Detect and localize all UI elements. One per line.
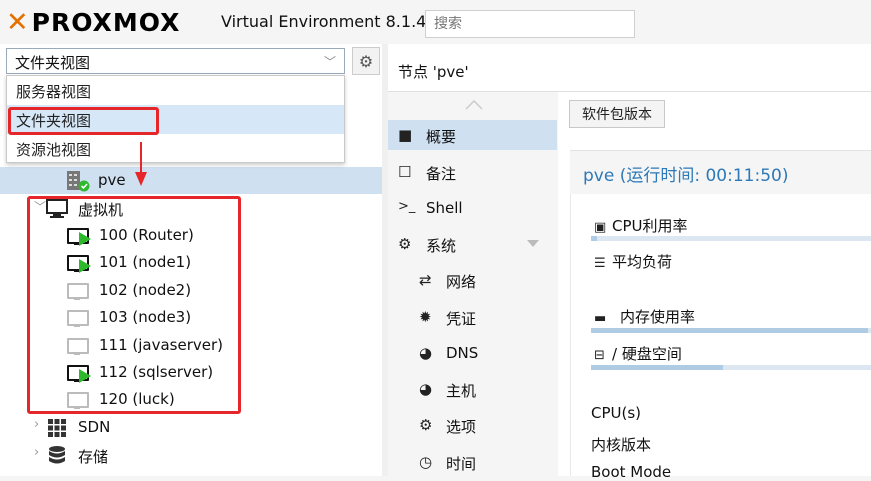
hdd-icon: ⊟: [594, 348, 605, 363]
summary-title: pve (运行时间: 00:11:50): [583, 166, 789, 186]
exchange-icon: ⇄: [419, 271, 432, 289]
disk-usage-fill: [591, 365, 723, 370]
view-select[interactable]: 文件夹视图 ﹀: [6, 48, 345, 74]
globe-icon: ◕: [419, 380, 433, 398]
server-online-icon: [67, 171, 90, 192]
tree-item-sdn[interactable]: › SDN: [0, 414, 382, 441]
tree-node-label: pve: [98, 171, 126, 189]
nav-item-label: 凭证: [446, 310, 477, 328]
tasks-icon: ☰: [594, 256, 606, 271]
search-input[interactable]: [425, 10, 635, 38]
memory-usage-bar: [591, 328, 871, 333]
annotation-arrow-icon: [135, 142, 147, 186]
tree-item-storage[interactable]: › 存储: [0, 442, 382, 469]
disk-usage-label: / 硬盘空间: [612, 345, 682, 363]
nav-item-label: 网络: [446, 273, 477, 291]
book-icon: ■: [398, 126, 413, 144]
memory-usage-fill: [591, 328, 869, 333]
nav-item-label: 系统: [426, 237, 457, 255]
nav-item-0[interactable]: ■ 概要: [388, 120, 557, 150]
nav-item-label: DNS: [446, 344, 479, 362]
cogs-icon: ⚙: [398, 235, 412, 253]
cpu-usage-label: CPU利用率: [612, 217, 688, 235]
nav-item-6[interactable]: ◕ DNS: [388, 338, 557, 368]
kernel-version-label: 内核版本: [591, 436, 652, 454]
nav-item-2[interactable]: >_ Shell: [388, 193, 557, 223]
load-average-label: 平均负荷: [612, 253, 673, 271]
nav-item-label: 概要: [426, 128, 457, 146]
node-title: 节点 'pve': [398, 63, 469, 81]
nav-item-1[interactable]: ☐ 备注: [388, 157, 557, 187]
proxmox-logo: ✕ PROXMOX: [6, 5, 180, 39]
nav-item-5[interactable]: ✹ 凭证: [388, 302, 557, 332]
chevron-down-icon: [527, 240, 539, 247]
clock-icon: ◷: [419, 453, 433, 471]
certificate-icon: ✹: [419, 308, 432, 326]
chevron-right-icon: ›: [34, 417, 40, 432]
view-option-pool[interactable]: 资源池视图: [7, 134, 344, 163]
chevron-down-icon: ﹀: [323, 55, 336, 69]
cpu-usage-bar: [591, 236, 871, 241]
view-select-value: 文件夹视图: [15, 54, 91, 72]
cpu-icon: ▣: [594, 220, 607, 235]
package-versions-button[interactable]: 软件包版本: [569, 100, 665, 128]
terminal-icon: >_: [398, 199, 416, 214]
annotation-box-folder-view: [8, 107, 159, 135]
cpu-usage-fill: [591, 236, 597, 241]
disk-usage-bar: [591, 365, 871, 370]
boot-mode-label: Boot Mode: [591, 463, 672, 481]
logo-x-icon: ✕: [6, 6, 30, 38]
nav-item-7[interactable]: ◕ 主机: [388, 374, 557, 404]
gear-icon: ⚙: [358, 51, 374, 71]
logo-text: PROXMOX: [31, 7, 181, 37]
cpu-usage-stat: ▣ CPU利用率: [594, 215, 688, 236]
note-icon: ☐: [398, 163, 412, 181]
tree-item-label: SDN: [78, 418, 111, 436]
tree-item-label: 存储: [78, 448, 109, 466]
tree-node-pve[interactable]: pve: [0, 167, 382, 194]
nav-item-9[interactable]: ◷ 时间: [388, 447, 557, 477]
memory-usage-label: 内存使用率: [620, 308, 696, 326]
nav-item-label: 时间: [446, 455, 477, 473]
load-average-stat: ☰ 平均负荷: [594, 251, 672, 272]
chevron-up-icon[interactable]: [465, 100, 483, 110]
database-icon: [49, 446, 65, 464]
nav-item-label: 选项: [446, 418, 477, 436]
disk-usage-stat: ⊟ / 硬盘空间: [594, 343, 682, 364]
memory-usage-stat: ▬ 内存使用率: [594, 306, 695, 327]
nav-item-label: Shell: [426, 199, 463, 217]
memory-icon: ▬: [594, 311, 607, 326]
nav-item-label: 主机: [446, 382, 477, 400]
globe-icon: ◕: [419, 344, 433, 362]
nav-item-8[interactable]: ⚙ 选项: [388, 410, 557, 440]
chevron-right-icon: ›: [34, 445, 40, 460]
view-option-server[interactable]: 服务器视图: [7, 76, 344, 105]
nav-item-4[interactable]: ⇄ 网络: [388, 265, 557, 295]
cpus-label: CPU(s): [591, 404, 642, 422]
grid-icon: [48, 419, 66, 437]
annotation-box-vms: [27, 196, 241, 414]
nav-item-label: 备注: [426, 165, 457, 183]
gear-icon: ⚙: [419, 416, 433, 434]
product-version: Virtual Environment 8.1.4: [221, 12, 427, 31]
tree-settings-button[interactable]: ⚙: [352, 47, 380, 75]
